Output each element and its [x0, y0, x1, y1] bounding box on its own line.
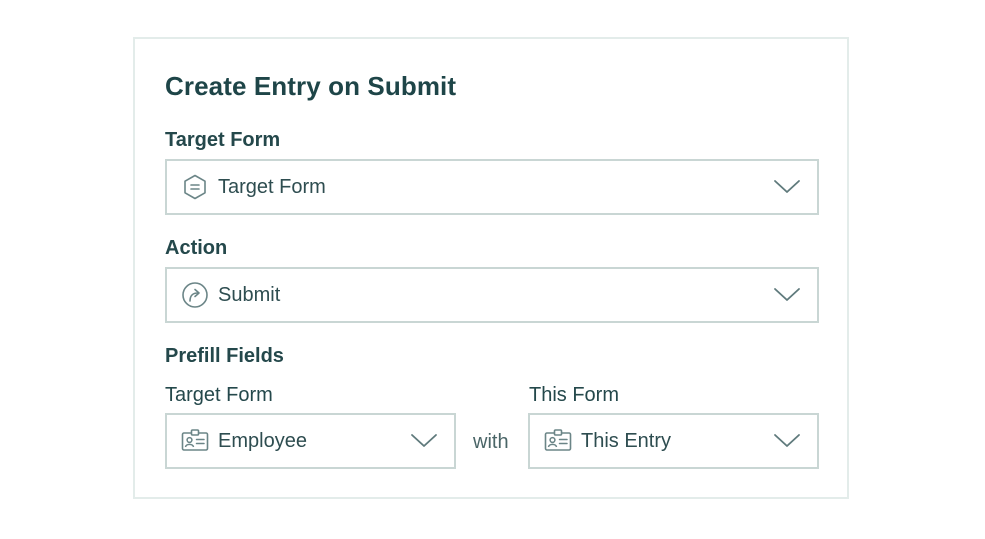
panel-title: Create Entry on Submit — [165, 71, 457, 101]
prefill-target-field-value: Employee — [218, 429, 307, 452]
prefill-target-field-select[interactable]: Employee — [165, 413, 456, 469]
submit-arrow-icon — [181, 281, 209, 309]
prefill-this-form-select[interactable]: This Entry — [528, 413, 819, 469]
prefill-target-form-label: Target Form — [165, 384, 273, 406]
prefill-this-form-label: This Form — [529, 384, 619, 406]
action-value: Submit — [218, 283, 281, 306]
target-form-value: Target Form — [218, 175, 326, 198]
action-select[interactable]: Submit — [165, 267, 819, 323]
target-form-label: Target Form — [165, 129, 281, 151]
prefill-this-form-value: This Entry — [581, 429, 672, 452]
chevron-down-icon — [773, 285, 801, 305]
contact-card-icon — [544, 427, 572, 455]
contact-card-icon — [181, 427, 209, 455]
chevron-down-icon — [773, 177, 801, 197]
target-form-select[interactable]: Target Form — [165, 159, 819, 215]
prefill-fields-heading: Prefill Fields — [165, 345, 284, 367]
with-connector-text: with — [473, 431, 509, 453]
action-label: Action — [165, 237, 228, 259]
chevron-down-icon — [773, 431, 801, 451]
form-hexagon-icon — [181, 173, 209, 201]
chevron-down-icon — [410, 431, 438, 451]
